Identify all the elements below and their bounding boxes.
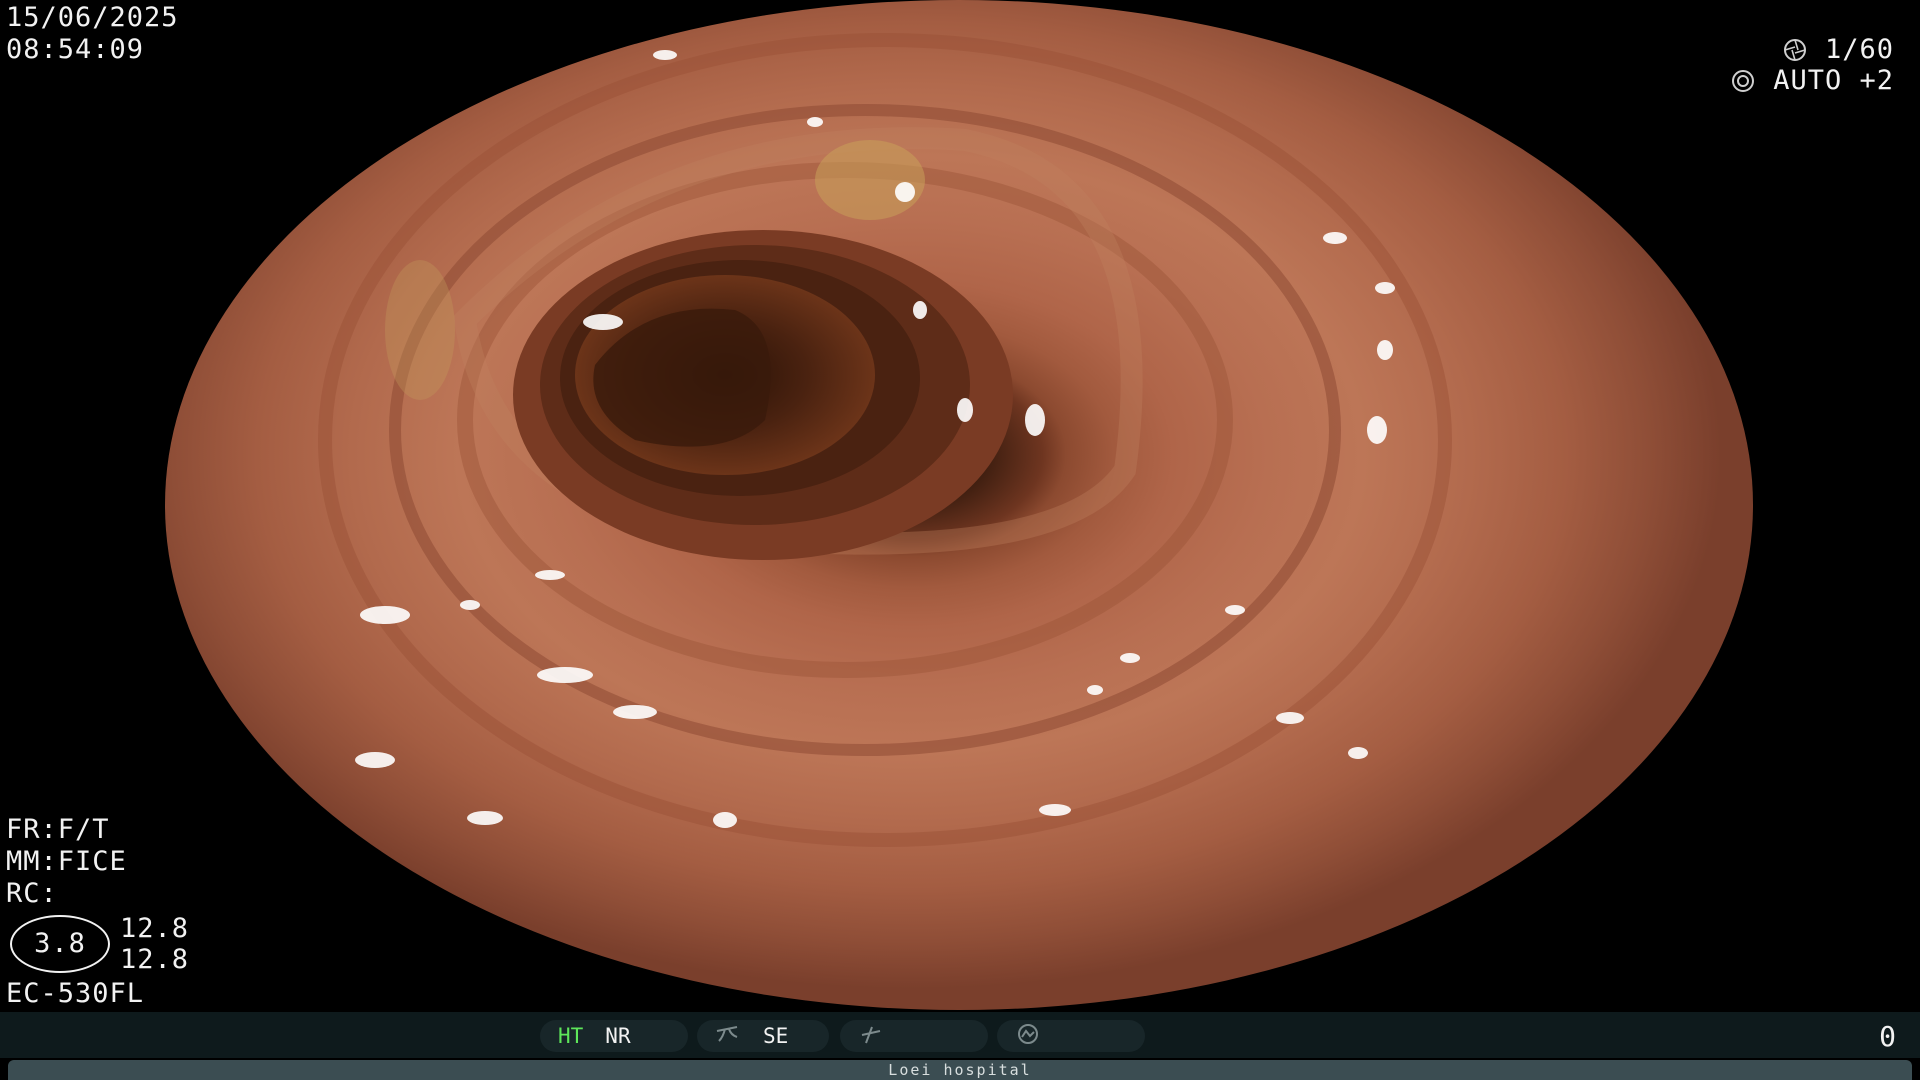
date-text: 15/06/2025 [6,2,179,33]
zoom-group: 3.8 12.8 12.8 [6,912,189,976]
zoom-value: 3.8 [34,928,86,959]
exposure-mode: AUTO +2 [1773,64,1894,96]
zoom-values: 12.8 12.8 [120,913,189,975]
endoscope-view [165,0,1753,1010]
rc-setting: RC: [6,878,58,909]
aperture-icon [1783,38,1807,62]
settings-panel: FR:F/T MM:FICE RC: 3.8 12.8 12.8 EC-530F… [6,814,189,1010]
freeze-indicator [840,1020,988,1052]
value-2: 12.8 [120,944,190,975]
se-label: SE [763,1024,789,1048]
footer-bar: Loei hospital [8,1060,1912,1080]
shutter-speed: 1/60 [1824,33,1894,65]
status-bar: HT NR SE 0 [0,1012,1920,1058]
date-time-display: 15/06/2025 08:54:09 [6,2,179,66]
mm-setting: MM:FICE [6,846,127,877]
nr-label: NR [605,1024,631,1048]
value-1: 12.8 [120,913,190,944]
fr-setting: FR:F/T [6,814,110,845]
zoom-badge: 3.8 [10,915,110,973]
capture-icon [1015,1023,1041,1050]
hospital-name: Loei hospital [888,1061,1032,1079]
se-indicator: SE [697,1020,829,1052]
time-text: 08:54:09 [6,34,145,65]
freeze-icon [858,1023,884,1050]
ht-nr-indicator: HT NR [540,1020,688,1052]
capture-indicator [997,1020,1145,1052]
enhancement-icon [715,1023,741,1050]
ht-label: HT [558,1024,584,1048]
colon-lumen-image [318,33,1452,847]
scope-model: EC-530FL [6,978,145,1009]
image-counter: 0 [1879,1020,1896,1053]
exposure-display: 1/60 AUTO +2 [1731,34,1894,96]
